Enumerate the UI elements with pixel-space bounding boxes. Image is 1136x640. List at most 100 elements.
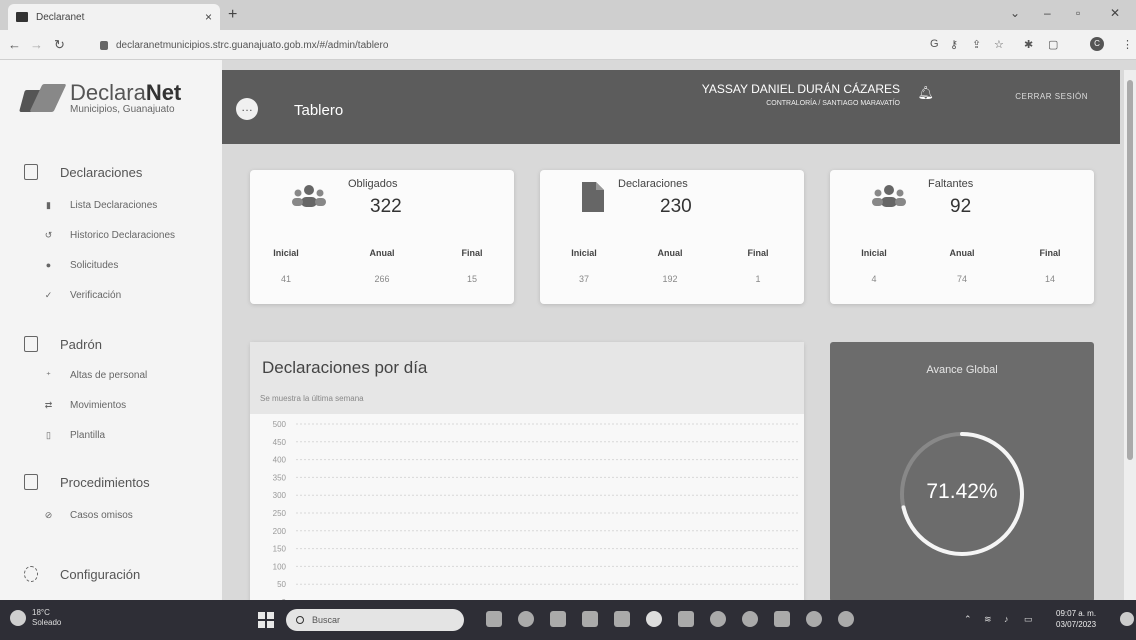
sidebar-section-padron[interactable]: Padrón (24, 336, 102, 352)
y-tick-label: 250 (273, 509, 287, 518)
folder-icon (24, 474, 38, 490)
stat-card-title: Faltantes (928, 178, 974, 190)
sidebar-item-altas[interactable]: ⁺ Altas de personal (44, 370, 147, 381)
chart-panel: Declaraciones por día Se muestra la últi… (250, 342, 804, 612)
y-tick-label: 300 (273, 491, 287, 500)
sidebar-item-movimientos[interactable]: ⇄ Movimientos (44, 400, 126, 411)
chrome-icon[interactable] (646, 611, 662, 627)
chat-icon[interactable] (518, 611, 534, 627)
sidebar-section-declaraciones[interactable]: Declaraciones (24, 164, 142, 180)
minimize-button[interactable]: – (1044, 6, 1051, 20)
y-tick-label: 200 (273, 527, 287, 536)
windows-start-icon[interactable] (258, 612, 274, 628)
stat-label-anual: Anual (949, 248, 975, 258)
volume-icon[interactable]: ♪ (1004, 614, 1009, 624)
sidebar-item-label: Movimientos (70, 400, 127, 411)
share-icon[interactable]: ⇪ (972, 38, 981, 51)
stat-label-inicial: Inicial (571, 248, 597, 258)
y-tick-label: 400 (273, 456, 287, 465)
url-field[interactable]: declaranetmunicipios.strc.guanajuato.gob… (100, 35, 900, 55)
sidebar-section-label: Padrón (60, 336, 102, 352)
page-scrollbar[interactable] (1124, 70, 1136, 600)
mail-icon[interactable] (614, 611, 630, 627)
tab-search-icon[interactable]: ⌄ (1010, 6, 1020, 20)
app-icon[interactable] (806, 611, 822, 627)
sidebar-item-label: Altas de personal (70, 370, 148, 381)
file-explorer-icon[interactable] (550, 611, 566, 627)
weather-desc: Soleado (32, 618, 62, 627)
sidebar-item-historico[interactable]: ↺ Historico Declaraciones (44, 230, 175, 241)
y-tick-label: 100 (273, 562, 287, 571)
stat-value-anual: 74 (956, 274, 967, 284)
sidebar-item-lista-declaraciones[interactable]: ▮ Lista Declaraciones (44, 200, 157, 211)
lock-icon (100, 40, 108, 50)
stat-label-anual: Anual (657, 248, 683, 258)
menu-toggle-button[interactable]: … (236, 98, 258, 120)
history-icon: ↺ (44, 230, 53, 240)
logout-button[interactable]: CERRAR SESIÓN (1015, 92, 1088, 101)
sidebar-item-solicitudes[interactable]: ● Solicitudes (44, 260, 119, 271)
stat-card-title: Declaraciones (618, 178, 688, 190)
sidepanel-icon[interactable]: ▢ (1048, 38, 1058, 51)
chart-subtitle: Se muestra la última semana (260, 394, 364, 403)
app-logo[interactable]: DeclaraNet Municipios, Guanajuato (18, 80, 181, 116)
store-icon[interactable] (582, 611, 598, 627)
user-organization: CONTRALORÍA / SANTIAGO MARAVATÍO (766, 100, 900, 107)
app-icon[interactable] (838, 611, 854, 627)
document-icon: ▯ (46, 430, 51, 440)
profile-avatar[interactable]: C (1090, 37, 1104, 51)
logo-subtitle: Municipios, Guanajuato (70, 103, 175, 115)
check-icon: ✓ (44, 290, 53, 300)
browser-menu-icon[interactable]: ⋮ (1122, 38, 1133, 51)
back-icon[interactable]: ← (8, 37, 21, 52)
stat-label-inicial: Inicial (861, 248, 887, 258)
sidebar-item-verificacion[interactable]: ✓ Verificación (44, 290, 121, 301)
logo-title-bold: Net (145, 79, 182, 105)
sidebar-item-label: Casos omisos (70, 510, 133, 521)
word-icon[interactable] (774, 611, 790, 627)
app-icon[interactable] (710, 611, 726, 627)
extensions-icon[interactable]: ✱ (1024, 38, 1033, 51)
sidebar-item-plantilla[interactable]: ▯ Plantilla (44, 430, 105, 441)
tab-close-button[interactable]: × (205, 10, 212, 24)
clipboard-icon (24, 164, 38, 180)
bell-icon[interactable]: 🔔︎ (917, 85, 934, 101)
browser-tab[interactable]: Declaranet × (8, 4, 220, 30)
sidebar-item-casos-omisos[interactable]: ⊘ Casos omisos (44, 510, 133, 521)
address-bar-row: ← → ↻ declaranetmunicipios.strc.guanajua… (0, 30, 1136, 60)
notification-icon[interactable] (1120, 612, 1134, 626)
teams-icon[interactable] (678, 611, 694, 627)
user-name: YASSAY DANIEL DURÁN CÁZARES (701, 82, 900, 96)
y-tick-label: 50 (277, 580, 286, 589)
system-clock[interactable]: 09:07 a. m. 03/07/2023 (1056, 608, 1096, 630)
battery-icon[interactable]: ▭ (1024, 614, 1033, 625)
add-user-icon: ⁺ (46, 370, 51, 380)
stat-card-declaraciones: Declaraciones 230 Inicial Anual Final 37… (540, 170, 804, 304)
task-view-icon[interactable] (486, 611, 502, 627)
sidebar-item-label: Historico Declaraciones (70, 230, 176, 241)
wifi-icon[interactable]: ≋ (984, 614, 992, 625)
chart-header: Declaraciones por día Se muestra la últi… (250, 342, 804, 414)
google-icon[interactable]: G (930, 38, 939, 50)
new-tab-button[interactable]: + (228, 6, 237, 24)
weather-widget[interactable]: 18°C Soleado (10, 608, 61, 628)
stat-label-final: Final (747, 248, 769, 258)
page-title: Tablero (294, 102, 344, 119)
info-icon: ● (45, 260, 52, 270)
sidebar-section-configuracion[interactable]: Configuración (24, 566, 140, 582)
maximize-button[interactable]: ▫ (1076, 6, 1080, 20)
close-window-button[interactable]: ✕ (1110, 6, 1120, 20)
bookmark-star-icon[interactable]: ☆ (994, 38, 1004, 51)
sidebar-section-procedimientos[interactable]: Procedimientos (24, 474, 150, 490)
stat-label-inicial: Inicial (273, 248, 299, 258)
taskbar-search[interactable]: Buscar (286, 609, 464, 631)
sidebar-item-label: Solicitudes (70, 260, 119, 271)
forward-icon[interactable]: → (30, 37, 43, 52)
tray-chevron-icon[interactable]: ⌃ (964, 614, 972, 625)
key-icon[interactable]: ⚷ (950, 38, 958, 51)
os-taskbar: 18°C Soleado Buscar ⌃ ≋ ♪ ▭ 09:07 a. m. … (0, 600, 1136, 640)
users-icon (872, 185, 906, 207)
reload-icon[interactable]: ↻ (54, 37, 65, 53)
gear-icon (24, 566, 38, 582)
browser-app-icon[interactable] (742, 611, 758, 627)
